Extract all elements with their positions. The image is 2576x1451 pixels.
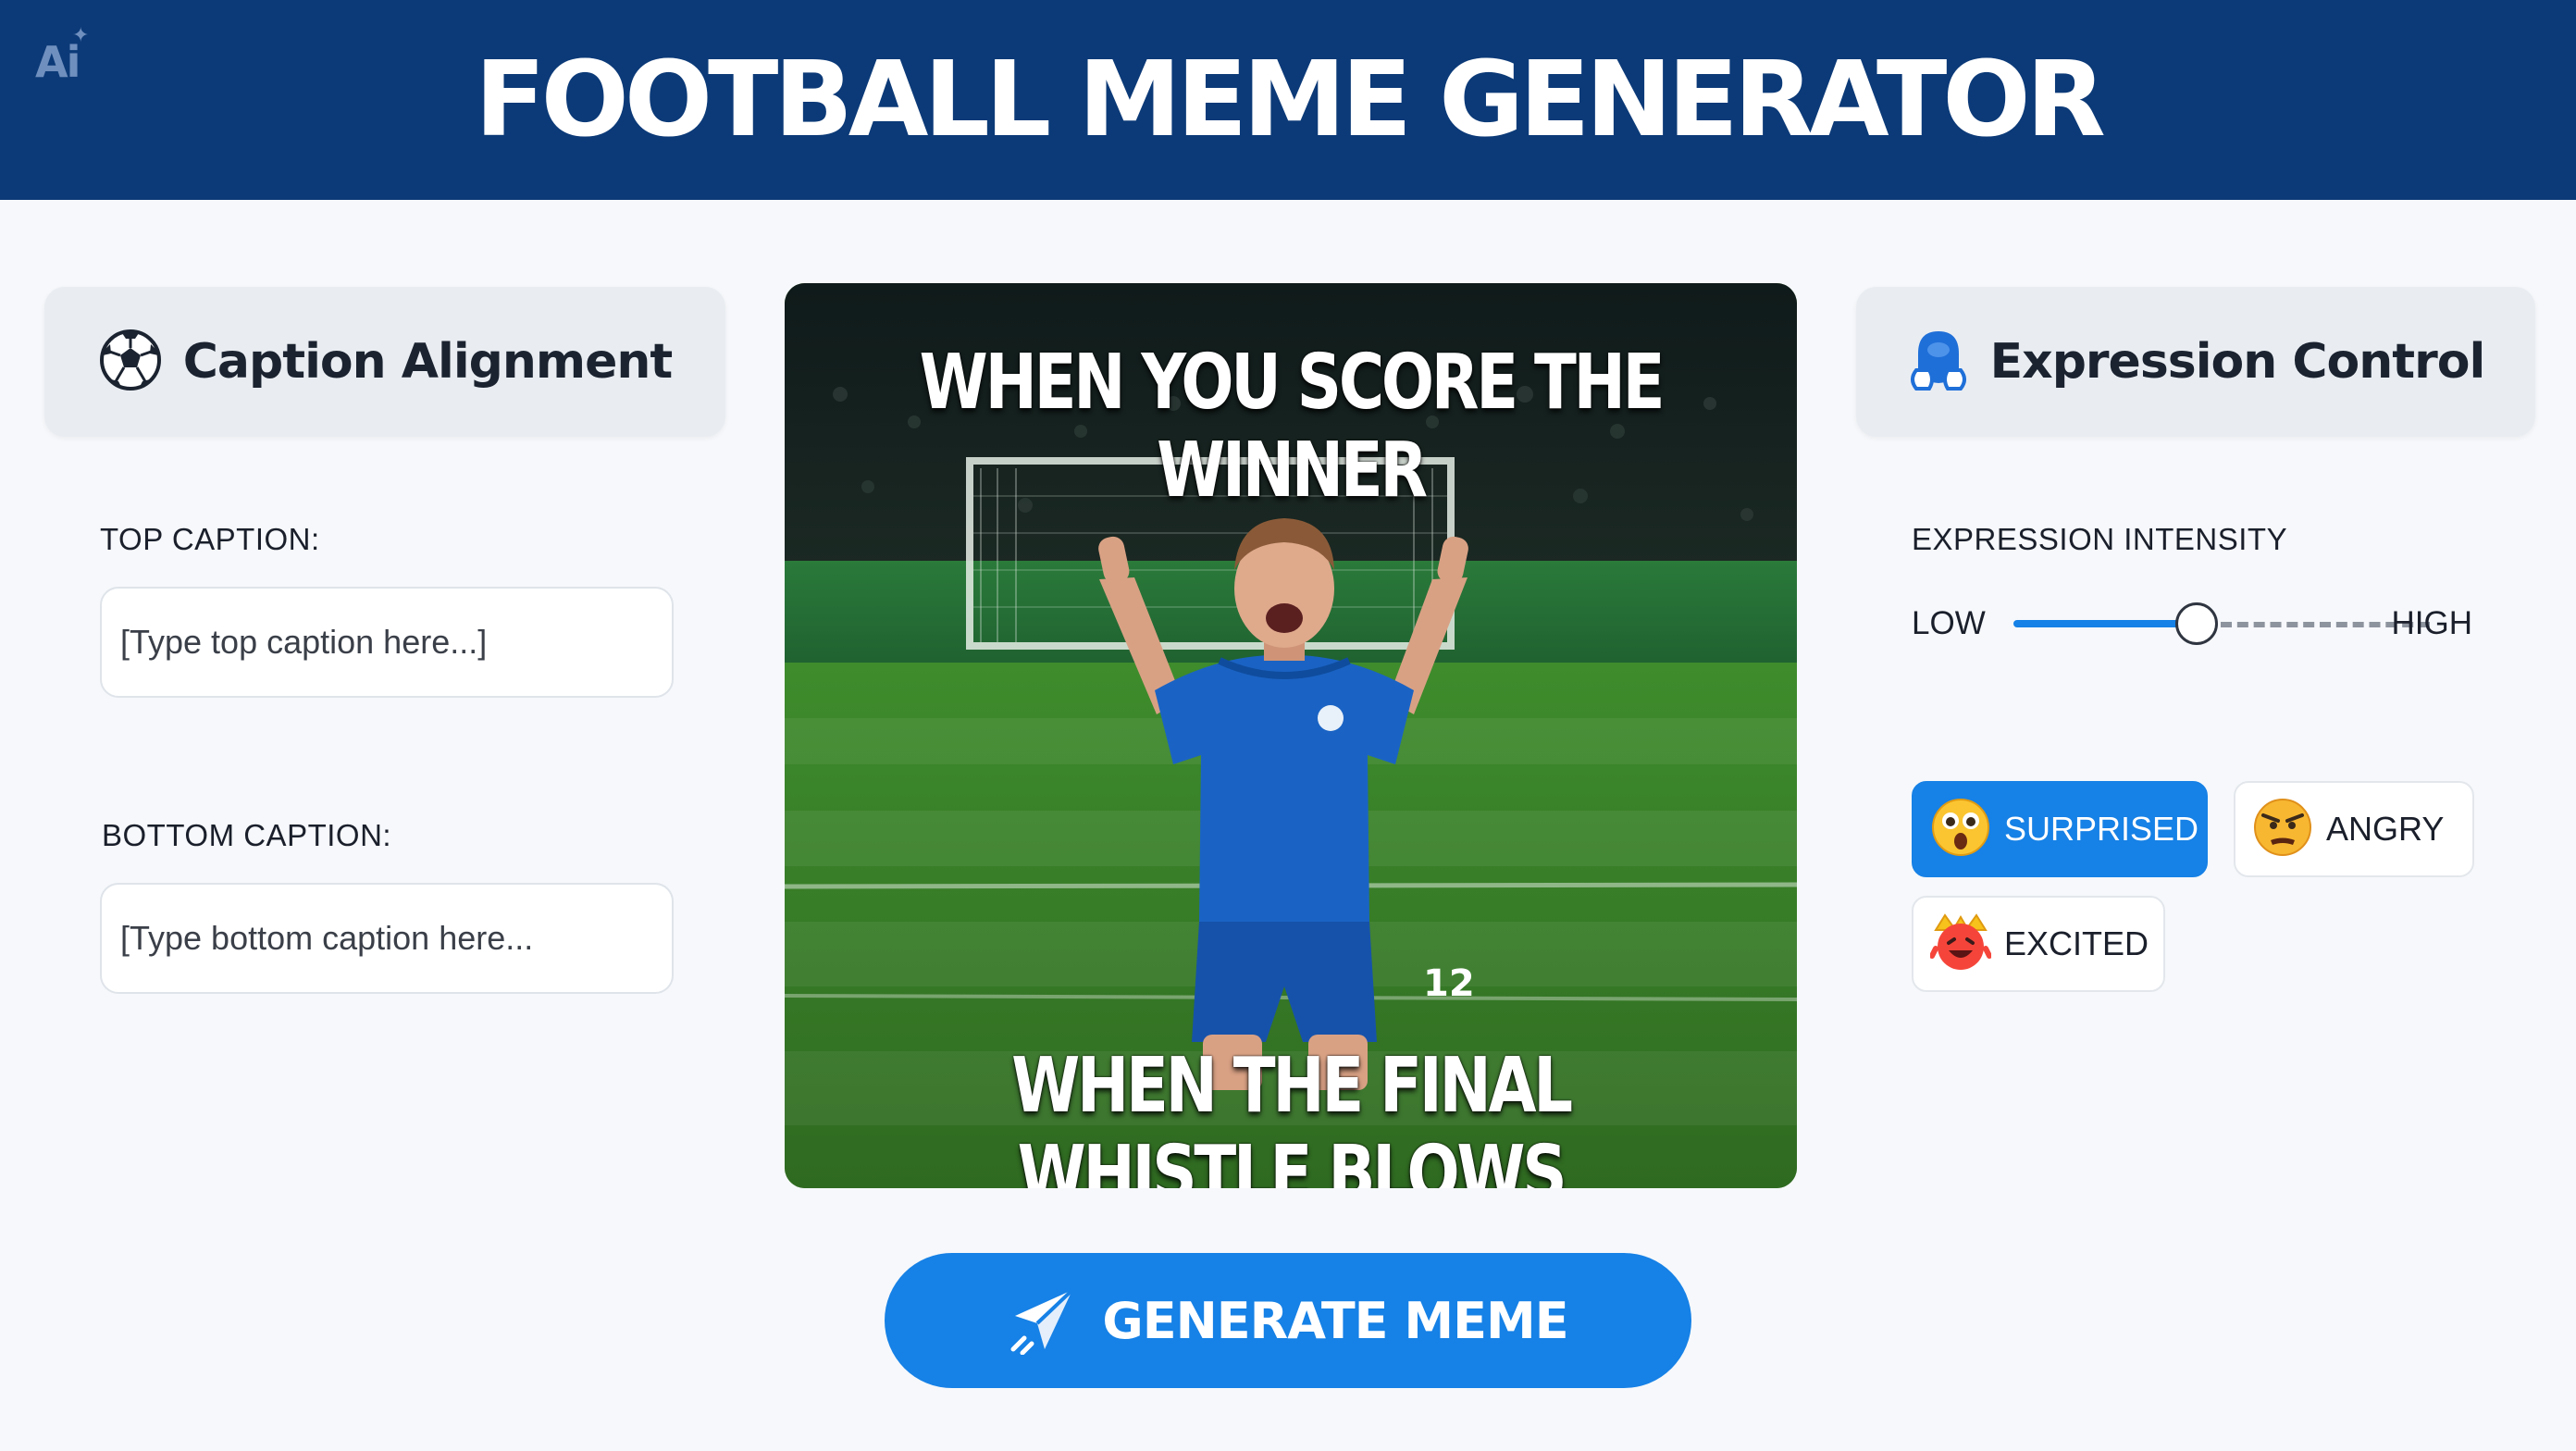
face-icon bbox=[1907, 328, 1970, 397]
slider-thumb[interactable] bbox=[2175, 602, 2218, 645]
expression-chip-label: ANGRY bbox=[2326, 810, 2445, 848]
caption-alignment-title: Caption Alignment bbox=[182, 334, 673, 390]
caption-alignment-header: Caption Alignment bbox=[44, 287, 725, 437]
sparkle-icon: ✦ bbox=[72, 24, 89, 47]
player-number: 12 bbox=[1423, 962, 1475, 1005]
paper-plane-icon bbox=[1008, 1284, 1078, 1358]
slider-fill bbox=[2013, 620, 2197, 627]
bottom-caption-input[interactable] bbox=[100, 883, 674, 994]
top-caption-input[interactable] bbox=[100, 587, 674, 698]
excited-face-icon bbox=[1929, 912, 1992, 977]
expression-control-title: Expression Control bbox=[1989, 334, 2486, 390]
app-header: Ai ✦ FOOTBALL MEME GENERATOR bbox=[0, 0, 2576, 200]
expression-intensity-label: EXPRESSION INTENSITY bbox=[1912, 522, 2288, 556]
top-caption-label: TOP CAPTION: bbox=[100, 522, 320, 556]
expression-chip-label: EXCITED bbox=[2004, 924, 2149, 962]
surprised-face-icon bbox=[1930, 797, 1991, 862]
expression-control-header: Expression Control bbox=[1856, 287, 2535, 437]
slider-low-label: LOW bbox=[1912, 605, 1986, 641]
expression-chip-surprised[interactable]: SURPRISED bbox=[1912, 781, 2208, 877]
slider-high-label: HIGH bbox=[2391, 605, 2473, 641]
generate-meme-button[interactable]: GENERATE MEME bbox=[885, 1253, 1691, 1388]
intensity-slider[interactable] bbox=[2013, 598, 2430, 650]
angry-face-icon bbox=[2252, 797, 2313, 862]
intensity-slider-row: LOW HIGH bbox=[1912, 598, 2485, 650]
meme-bottom-text: WHEN THE FINAL WHISTLE BLOWS bbox=[1011, 1042, 1573, 1188]
bottom-caption-label: BOTTOM CAPTION: bbox=[102, 818, 392, 852]
expression-chip-angry[interactable]: ANGRY bbox=[2234, 781, 2474, 877]
page-title: FOOTBALL MEME GENERATOR bbox=[475, 40, 2106, 160]
meme-preview: 12 WHEN YOU SCORE THE WINNER WHEN THE FI… bbox=[785, 283, 1797, 1188]
expression-chip-excited[interactable]: EXCITED bbox=[1912, 896, 2165, 992]
expression-chip-label: SURPRISED bbox=[2004, 810, 2199, 848]
generate-meme-label: GENERATE MEME bbox=[1102, 1291, 1568, 1350]
soccer-ball-icon bbox=[98, 328, 163, 397]
ai-logo: Ai ✦ bbox=[35, 24, 89, 87]
meme-top-text: WHEN YOU SCORE THE WINNER bbox=[919, 339, 1666, 515]
